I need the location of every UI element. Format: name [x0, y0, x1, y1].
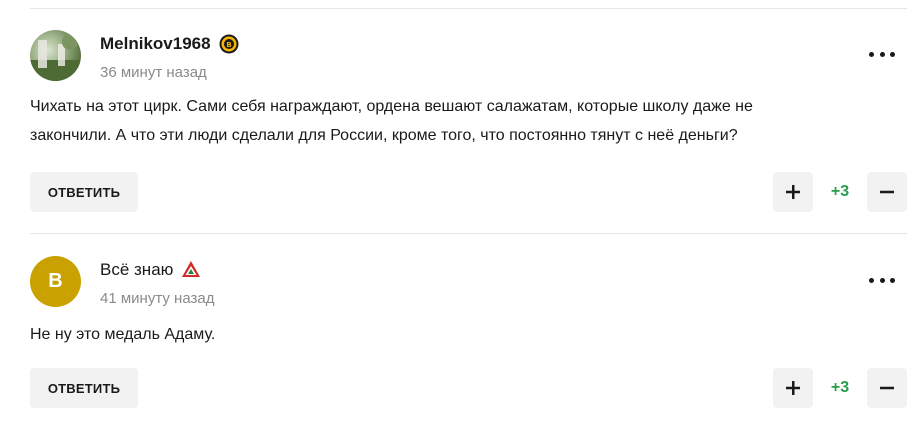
plus-icon [786, 381, 800, 395]
avatar[interactable] [30, 30, 81, 81]
comment-text: Чихать на этот цирк. Сами себя награждаю… [30, 98, 753, 144]
divider [30, 8, 907, 9]
downvote-button[interactable] [867, 368, 907, 408]
minus-icon [880, 190, 894, 194]
avatar[interactable]: В [30, 256, 81, 307]
lokomotiv-logo-icon [181, 260, 201, 280]
upvote-button[interactable] [773, 172, 813, 212]
user-photo-avatar-icon [30, 34, 81, 81]
downvote-button[interactable] [867, 172, 907, 212]
timestamp: 36 минут назад [100, 64, 207, 81]
timestamp: 41 минуту назад [100, 290, 215, 307]
reply-button[interactable]: ОТВЕТИТЬ [30, 368, 138, 408]
plus-icon [786, 185, 800, 199]
vote-count: +3 [830, 379, 850, 396]
bruins-logo-icon: B [219, 34, 239, 54]
svg-text:B: B [226, 41, 231, 49]
comment-text: Не ну это медаль Адаму. [30, 326, 216, 343]
minus-icon [880, 386, 894, 390]
author-row: Melnikov1968 B [100, 34, 239, 54]
comments-section: Melnikov1968 B 36 минут назад Чихать на … [0, 0, 917, 425]
more-options-icon[interactable] [869, 270, 895, 290]
more-options-icon[interactable] [869, 44, 895, 64]
author-name[interactable]: Всё знаю [100, 260, 173, 280]
comment-item: В Всё знаю 41 минуту назад Не ну это мед… [30, 256, 907, 416]
divider [30, 233, 907, 234]
author-name[interactable]: Melnikov1968 [100, 34, 211, 54]
vote-count: +3 [830, 183, 850, 200]
reply-button[interactable]: ОТВЕТИТЬ [30, 172, 138, 212]
author-row: Всё знаю [100, 260, 201, 280]
comment-item: Melnikov1968 B 36 минут назад Чихать на … [30, 30, 907, 220]
upvote-button[interactable] [773, 368, 813, 408]
